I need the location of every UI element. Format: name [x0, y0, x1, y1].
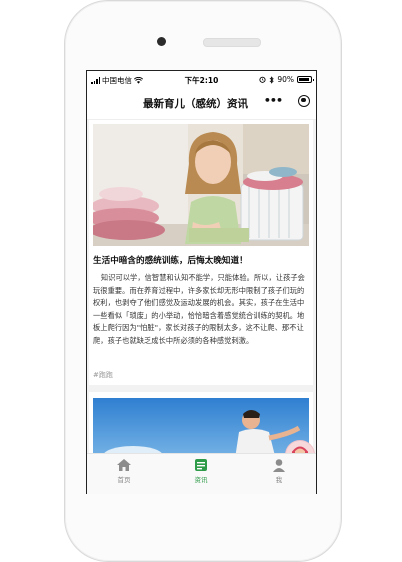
page-title: 最新育儿（感统）资讯	[143, 98, 248, 110]
battery-percent: 90%	[277, 75, 294, 84]
article-cover-image[interactable]	[93, 124, 309, 246]
battery-icon	[297, 76, 314, 83]
tab-news[interactable]: 资讯	[176, 458, 226, 484]
earpiece-speaker	[203, 38, 261, 47]
more-dots-icon[interactable]: •••	[264, 94, 283, 107]
tab-me[interactable]: 我	[254, 458, 304, 484]
tab-home[interactable]: 首页	[99, 458, 149, 484]
article-title[interactable]: 生活中暗含的感统训练，后悔太晚知道！	[93, 256, 309, 267]
tab-label: 我	[275, 476, 283, 484]
user-icon	[273, 459, 285, 472]
bluetooth-icon	[269, 75, 274, 84]
nav-bar: 最新育儿（感统）资讯 •••	[87, 89, 316, 120]
alarm-icon	[259, 76, 266, 83]
article-tag[interactable]: #跑跑	[93, 370, 113, 380]
mini-program-capsule: •••	[264, 94, 310, 107]
status-right: 90%	[259, 75, 314, 84]
tab-label: 资讯	[194, 476, 208, 484]
home-icon	[117, 459, 131, 471]
article-summary: 知识可以学，信智慧和认知不能学，只能体验。所以，让孩子会玩很重要。而在养育过程中…	[93, 273, 305, 345]
article-card[interactable]: 生活中暗含的感统训练，后悔太晚知道！ 知识可以学，信智慧和认知不能学，只能体验。…	[89, 120, 313, 385]
tab-bar: 首页 资讯 我	[87, 453, 316, 494]
news-icon	[195, 459, 207, 471]
phone-screen: 中国电信 下午2:10 90% 最新育儿（感统）资讯 ••• 生活中暗含的感统训…	[86, 70, 317, 494]
article-card[interactable]	[89, 392, 313, 460]
article-feed[interactable]: 生活中暗含的感统训练，后悔太晚知道！ 知识可以学，信智慧和认知不能学，只能体验。…	[87, 120, 316, 460]
front-camera	[157, 37, 166, 46]
article-cover-image[interactable]	[93, 398, 309, 460]
status-bar: 中国电信 下午2:10 90%	[87, 71, 316, 89]
tab-label: 首页	[117, 476, 131, 484]
capsule-target-icon[interactable]	[298, 94, 310, 107]
